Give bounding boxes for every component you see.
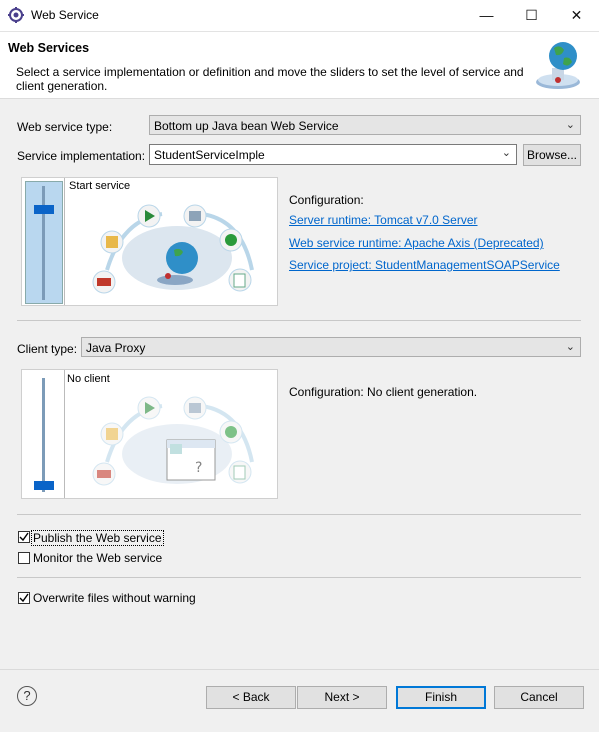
publish-checkbox[interactable]	[18, 531, 30, 543]
service-configuration-title: Configuration:	[289, 193, 364, 207]
client-lifecycle-diagram-icon: ?	[92, 396, 254, 486]
page-description: Select a service implementation or defin…	[16, 65, 524, 93]
cancel-button[interactable]: Cancel	[494, 686, 584, 709]
service-level-label: Start service	[69, 180, 131, 192]
close-button[interactable]: ✕	[554, 0, 599, 31]
client-type-value: Java Proxy	[86, 341, 146, 355]
separator	[17, 320, 581, 321]
web-service-type-label: Web service type:	[17, 120, 113, 134]
service-implementation-input[interactable]: StudentServiceImple ⌄	[149, 144, 517, 165]
wizard-header: Web Services Select a service implementa…	[0, 32, 599, 99]
separator	[17, 577, 581, 578]
maximize-button[interactable]: ☐	[509, 0, 554, 31]
client-type-select[interactable]: Java Proxy ⌄	[81, 337, 581, 357]
help-button[interactable]: ?	[17, 686, 37, 706]
checkmark-icon	[19, 593, 29, 603]
minimize-button[interactable]: —	[464, 0, 509, 31]
slider-rail	[42, 186, 45, 300]
client-level-panel: No client ?	[21, 369, 278, 499]
browse-button[interactable]: Browse...	[523, 144, 581, 166]
chevron-down-icon[interactable]: ⌄	[502, 146, 511, 159]
web-service-globe-icon	[536, 42, 580, 89]
window-title: Web Service	[31, 8, 99, 22]
footer-separator	[0, 669, 599, 670]
monitor-label[interactable]: Monitor the Web service	[33, 551, 162, 565]
finish-button[interactable]: Finish	[396, 686, 486, 709]
eclipse-gear-icon	[8, 7, 24, 23]
chevron-down-icon: ⌄	[565, 119, 575, 131]
web-service-runtime-link[interactable]: Web service runtime: Apache Axis (Deprec…	[289, 236, 544, 250]
client-level-slider[interactable]	[22, 370, 65, 498]
web-service-type-label-text: Web service type:	[17, 120, 113, 134]
service-lifecycle-diagram-icon	[92, 204, 254, 294]
title-bar: Web Service — ☐ ✕	[0, 0, 599, 32]
service-implementation-value: StudentServiceImple	[154, 148, 265, 162]
client-configuration-text: Configuration: No client generation.	[289, 385, 478, 399]
client-level-label: No client	[67, 373, 110, 385]
slider-thumb[interactable]	[34, 481, 54, 490]
back-button[interactable]: < Back	[206, 686, 296, 709]
service-level-slider[interactable]	[22, 178, 65, 305]
slider-rail	[42, 378, 45, 492]
next-button[interactable]: Next >	[297, 686, 387, 709]
service-implementation-label: Service implementation:	[17, 149, 146, 163]
chevron-down-icon: ⌄	[565, 341, 575, 353]
web-service-type-select[interactable]: Bottom up Java bean Web Service ⌄	[149, 115, 581, 135]
service-project-link[interactable]: Service project: StudentManagementSOAPSe…	[289, 258, 560, 272]
monitor-checkbox[interactable]	[18, 552, 30, 564]
server-runtime-link[interactable]: Server runtime: Tomcat v7.0 Server	[289, 213, 478, 227]
slider-thumb[interactable]	[34, 205, 54, 214]
publish-label[interactable]: Publish the Web service	[31, 530, 164, 546]
service-level-panel: Start service	[21, 177, 278, 306]
overwrite-label[interactable]: Overwrite files without warning	[33, 591, 196, 605]
overwrite-checkbox[interactable]	[18, 592, 30, 604]
svg-text:?: ?	[195, 460, 202, 476]
client-type-label: Client type:	[17, 342, 78, 356]
web-service-type-value: Bottom up Java bean Web Service	[154, 119, 339, 133]
checkmark-icon	[19, 532, 29, 542]
page-title: Web Services	[8, 41, 90, 55]
separator	[17, 514, 581, 515]
